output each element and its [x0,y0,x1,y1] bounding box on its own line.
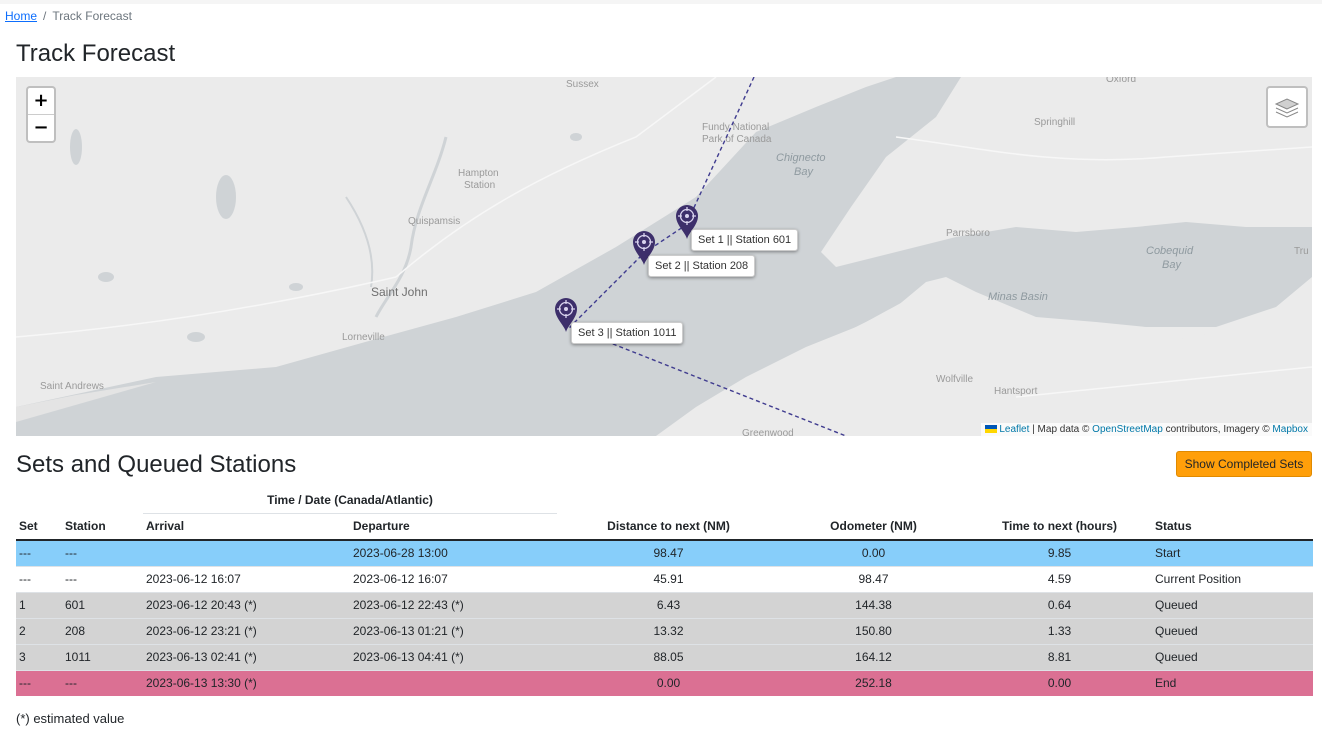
layers-button[interactable] [1266,86,1308,128]
cell-distance: 88.05 [557,643,780,670]
cell-status: Current Position [1152,565,1313,592]
header-station: Station [62,513,143,541]
zoom-in-button[interactable]: + [28,88,54,114]
cell-odometer: 144.38 [780,591,967,618]
cell-time-next: 9.85 [967,539,1152,566]
cell-time-next: 8.81 [967,643,1152,670]
table-group-header-row: Time / Date (Canada/Atlantic) [16,488,1313,514]
layers-icon [1274,98,1300,118]
cell-departure: 2023-06-13 01:21 (*) [350,617,557,644]
cell-status: End [1152,669,1313,696]
cell-departure: 2023-06-12 16:07 [350,565,557,592]
header-odometer: Odometer (NM) [780,513,967,541]
cell-odometer: 0.00 [780,539,967,566]
cell-distance: 13.32 [557,617,780,644]
table-row-set-1[interactable]: 1 601 2023-06-12 20:43 (*) 2023-06-12 22… [16,591,1313,618]
cell-time-next: 0.00 [967,669,1152,696]
cell-station: --- [62,539,143,566]
track-map[interactable]: Sussex Oxford Fundy National Park of Can… [16,77,1312,436]
breadcrumb-home-link[interactable]: Home [5,9,37,23]
cell-arrival: 2023-06-13 02:41 (*) [143,643,350,670]
ukraine-flag-icon [985,425,998,434]
header-time-next: Time to next (hours) [967,513,1152,541]
cell-arrival [143,539,350,566]
cell-arrival: 2023-06-12 16:07 [143,565,350,592]
cell-odometer: 164.12 [780,643,967,670]
cell-arrival: 2023-06-13 13:30 (*) [143,669,350,696]
cell-departure: 2023-06-12 22:43 (*) [350,591,557,618]
cell-status: Queued [1152,643,1313,670]
cell-set: 1 [16,591,62,618]
table-row-current-position[interactable]: --- --- 2023-06-12 16:07 2023-06-12 16:0… [16,565,1313,592]
cell-set: --- [16,565,62,592]
group-header-spacer [16,488,143,513]
header-departure: Departure [350,513,557,541]
cell-station: 601 [62,591,143,618]
page-title: Track Forecast [16,40,176,67]
cell-time-next: 1.33 [967,617,1152,644]
cell-distance: 6.43 [557,591,780,618]
cell-set: 2 [16,617,62,644]
attribution-map-data: | Map data © [1032,424,1090,435]
leaflet-link[interactable]: Leaflet [999,424,1029,435]
cell-set: 3 [16,643,62,670]
attribution-imagery: contributors, Imagery © [1165,424,1270,435]
breadcrumb-current: Track Forecast [52,9,132,23]
header-set: Set [16,513,62,541]
sets-table: Time / Date (Canada/Atlantic) Set Statio… [16,488,1313,696]
cell-status: Queued [1152,617,1313,644]
table-header-row: Set Station Arrival Departure Distance t… [16,513,1313,541]
cell-time-next: 0.64 [967,591,1152,618]
cell-distance: 45.91 [557,565,780,592]
breadcrumb-separator: / [43,9,47,23]
cell-departure: 2023-06-28 13:00 [350,539,557,566]
station-601-tooltip: Set 1 || Station 601 [691,229,799,251]
estimated-value-footnote: (*) estimated value [16,711,125,726]
table-row-end[interactable]: --- --- 2023-06-13 13:30 (*) 0.00 252.18… [16,669,1313,696]
mapbox-link[interactable]: Mapbox [1272,424,1308,435]
group-header-spacer-right [557,488,1313,513]
station-208-tooltip: Set 2 || Station 208 [648,255,756,277]
cell-arrival: 2023-06-12 23:21 (*) [143,617,350,644]
cell-arrival: 2023-06-12 20:43 (*) [143,591,350,618]
cell-time-next: 4.59 [967,565,1152,592]
cell-station: --- [62,565,143,592]
show-completed-sets-button[interactable]: Show Completed Sets [1176,451,1312,477]
cell-status: Start [1152,539,1313,566]
header-arrival: Arrival [143,513,350,541]
time-date-group-header: Time / Date (Canada/Atlantic) [143,488,557,514]
map-attribution: Leaflet | Map data © OpenStreetMap contr… [981,423,1312,436]
table-row-set-3[interactable]: 3 1011 2023-06-13 02:41 (*) 2023-06-13 0… [16,643,1313,670]
top-bar [0,0,1322,4]
cell-odometer: 98.47 [780,565,967,592]
zoom-out-button[interactable]: − [28,114,54,141]
cell-status: Queued [1152,591,1313,618]
cell-distance: 98.47 [557,539,780,566]
cell-departure: 2023-06-13 04:41 (*) [350,643,557,670]
cell-departure [350,669,557,696]
zoom-control: + − [26,86,56,143]
header-distance: Distance to next (NM) [557,513,780,541]
cell-station: 1011 [62,643,143,670]
header-status: Status [1152,513,1313,541]
section-title: Sets and Queued Stations [16,451,297,478]
table-row-set-2[interactable]: 2 208 2023-06-12 23:21 (*) 2023-06-13 01… [16,617,1313,644]
station-1011-tooltip: Set 3 || Station 1011 [571,322,684,344]
cell-set: --- [16,669,62,696]
cell-odometer: 252.18 [780,669,967,696]
table-row-start[interactable]: --- --- 2023-06-28 13:00 98.47 0.00 9.85… [16,539,1313,566]
cell-distance: 0.00 [557,669,780,696]
cell-set: --- [16,539,62,566]
cell-station: --- [62,669,143,696]
cell-odometer: 150.80 [780,617,967,644]
cell-station: 208 [62,617,143,644]
breadcrumb: Home / Track Forecast [5,9,132,23]
openstreetmap-link[interactable]: OpenStreetMap [1092,424,1163,435]
